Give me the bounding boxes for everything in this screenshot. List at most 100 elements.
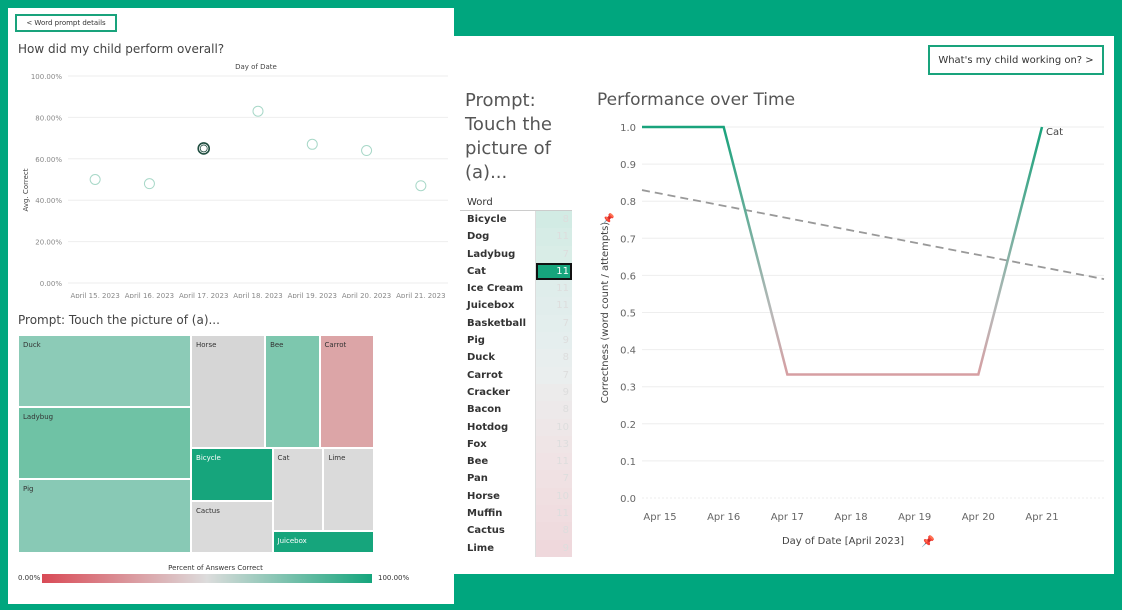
word-row-cat[interactable]: Cat 11 <box>460 262 572 281</box>
treemap-title: Prompt: Touch the picture of (a)... <box>18 313 220 327</box>
word-row-fox[interactable]: Fox 13 <box>460 435 572 454</box>
word-row-bacon[interactable]: Bacon 8 <box>460 401 572 419</box>
word-name: Bacon <box>460 401 537 419</box>
overall-title: How did my child perform overall? <box>18 42 225 56</box>
word-row-basketball[interactable]: Basketball 7 <box>460 314 572 333</box>
line-x-tick: Apr 18 <box>834 512 867 523</box>
color-legend: Percent of Answers Correct 0.00% 100.00% <box>18 564 413 594</box>
word-count: 13 <box>536 435 572 454</box>
word-row-cracker[interactable]: Cracker 9 <box>460 383 572 402</box>
working-on-button[interactable]: What's my child working on? > <box>928 45 1104 75</box>
line-y-title: Correctness (word count / attempts) <box>600 222 611 404</box>
treemap-cell-juicebox[interactable]: Juicebox <box>272 531 374 553</box>
line-y-tick: 0.6 <box>620 271 636 282</box>
word-count: 11 <box>536 505 572 523</box>
legend-title: Percent of Answers Correct <box>168 564 263 572</box>
word-row-cactus[interactable]: Cactus 8 <box>460 522 572 540</box>
scatter-x-tick: April 21, 2023 <box>396 292 445 298</box>
scatter-y-tick: 20.00% <box>35 239 62 247</box>
word-name: Muffin <box>460 505 537 523</box>
treemap-cell-cactus[interactable]: Cactus <box>191 500 273 553</box>
treemap-cell-carrot[interactable]: Carrot <box>319 335 374 449</box>
word-count: 8 <box>536 401 572 419</box>
word-name: Carrot <box>460 366 537 384</box>
scatter-x-tick: April 18, 2023 <box>233 292 282 298</box>
scatter-point[interactable] <box>252 105 264 117</box>
word-row-bicycle[interactable]: Bicycle 8 <box>460 211 572 229</box>
word-name: Horse <box>460 487 537 506</box>
legend-max: 100.00% <box>378 574 410 582</box>
scatter-point[interactable] <box>89 174 101 185</box>
treemap: Duck Ladybug Pig Horse Bee Carrot Bicycle Cactu… <box>18 335 374 553</box>
series-label-cat: Cat <box>1046 127 1063 138</box>
treemap-cell-label: Cat <box>277 454 290 463</box>
word-row-ice-cream[interactable]: Ice Cream 11 <box>460 280 572 298</box>
line-x-tick: Apr 19 <box>898 512 931 523</box>
left-dashboard-panel: < Word prompt details How did my child p… <box>8 8 454 604</box>
scatter-y-tick: 100.00% <box>31 73 62 81</box>
word-row-pig[interactable]: Pig 9 <box>460 332 572 350</box>
line-y-tick: 0.7 <box>620 234 636 245</box>
line-y-tick: 0.0 <box>620 494 636 505</box>
scatter-x-tick: April 16, 2023 <box>125 292 174 298</box>
legend-min: 0.00% <box>18 574 41 582</box>
word-name: Pan <box>460 470 537 488</box>
treemap-cell-bicycle[interactable]: Bicycle <box>191 448 273 501</box>
word-count: 9 <box>536 539 572 557</box>
treemap-cell-label: Horse <box>196 341 217 349</box>
scatter-x-tick: April 19, 2023 <box>288 292 337 298</box>
word-count: 11 <box>536 297 572 315</box>
word-name: Juicebox <box>460 297 537 315</box>
treemap-cell-bee[interactable]: Bee <box>265 335 320 449</box>
word-name: Basketball <box>460 314 537 333</box>
scatter-x-tick: April 20, 2023 <box>342 292 391 298</box>
performance-title: Performance over Time <box>597 90 796 110</box>
word-count: 7 <box>536 314 572 333</box>
word-row-hotdog[interactable]: Hotdog 10 <box>460 418 572 436</box>
word-row-bee[interactable]: Bee 11 <box>460 453 572 471</box>
treemap-cell-cat[interactable]: Cat <box>272 448 324 532</box>
treemap-cell-label: Duck <box>23 341 41 349</box>
treemap-cell-ladybug[interactable]: Ladybug <box>18 406 192 479</box>
word-name: Bee <box>460 453 537 471</box>
word-row-carrot[interactable]: Carrot 7 <box>460 366 572 384</box>
treemap-cell-lime[interactable]: Lime <box>323 448 374 532</box>
word-row-juicebox[interactable]: Juicebox 11 <box>460 297 572 315</box>
treemap-cell-label: Juicebox <box>277 537 307 546</box>
word-count-selected: 11 <box>536 262 572 281</box>
word-prompt-details-button[interactable]: < Word prompt details <box>15 14 117 32</box>
line-y-tick: 0.5 <box>620 309 636 320</box>
word-row-horse[interactable]: Horse 10 <box>460 487 572 506</box>
word-name: Pig <box>460 332 537 350</box>
word-row-ladybug[interactable]: Ladybug 7 <box>460 245 572 263</box>
word-row-duck[interactable]: Duck 8 <box>460 349 572 367</box>
legend-gradient-bar <box>42 574 372 583</box>
scatter-point[interactable] <box>306 138 318 150</box>
line-y-tick: 0.8 <box>620 197 636 208</box>
treemap-cell-label: Cactus <box>196 506 220 515</box>
word-count: 10 <box>536 418 572 436</box>
pin-icon[interactable]: 📌 <box>602 212 615 225</box>
word-row-dog[interactable]: Dog 11 <box>460 228 572 246</box>
treemap-cell-duck[interactable]: Duck <box>18 335 192 407</box>
word-name: Cat <box>460 262 537 281</box>
word-row-lime[interactable]: Lime 9 <box>460 539 572 557</box>
treemap-cell-pig[interactable]: Pig <box>18 478 192 553</box>
treemap-cell-horse[interactable]: Horse <box>191 335 266 449</box>
scatter-point[interactable] <box>361 145 373 157</box>
line-x-tick: Apr 16 <box>707 512 740 523</box>
word-count: 9 <box>536 332 572 350</box>
pin-icon[interactable]: 📌 <box>921 534 935 548</box>
scatter-y-tick: 40.00% <box>35 197 62 205</box>
scatter-point[interactable] <box>143 178 155 190</box>
scatter-point[interactable] <box>415 180 427 192</box>
word-name: Fox <box>460 435 537 454</box>
word-count: 11 <box>536 280 572 298</box>
word-row-pan[interactable]: Pan 7 <box>460 470 572 488</box>
word-row-muffin[interactable]: Muffin 11 <box>460 505 572 523</box>
word-table: Word Bicycle 8 Dog 11 Ladybug 7 Cat 11 Ice Cream… <box>460 196 572 557</box>
word-name: Cracker <box>460 383 537 402</box>
word-count: 8 <box>536 349 572 367</box>
line-y-tick: 0.9 <box>620 160 636 171</box>
line-y-tick: 0.4 <box>620 346 636 357</box>
